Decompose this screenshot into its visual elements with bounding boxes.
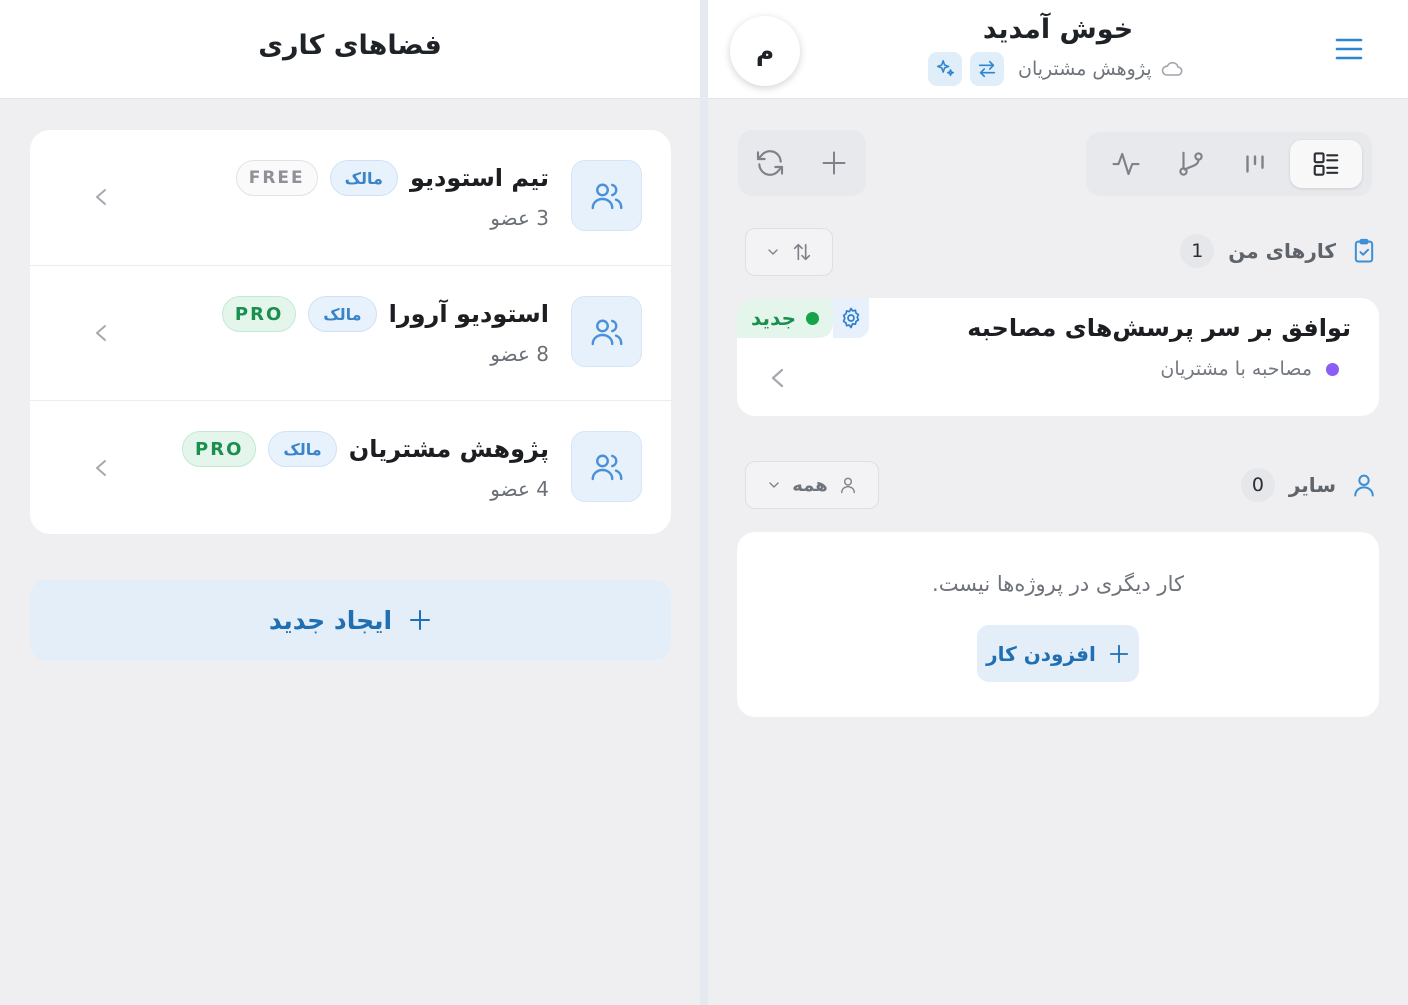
owner-badge: مالک: [268, 431, 337, 467]
activity-icon: [1112, 152, 1140, 176]
empty-state-text: کار دیگری در پروژه‌ها نیست.: [932, 572, 1184, 596]
my-tasks-count: 1: [1180, 234, 1215, 268]
my-tasks-label: کارهای من: [1228, 239, 1336, 263]
plan-badge: FREE: [235, 160, 318, 196]
owner-badge: مالک: [308, 296, 377, 332]
avatar[interactable]: م: [730, 16, 800, 86]
status-label: جدید: [751, 306, 797, 330]
list-view-button[interactable]: [1289, 140, 1362, 188]
list-layout-icon: [1313, 152, 1339, 176]
others-count: 0: [1240, 468, 1275, 502]
workspace-name: تیم استودیو: [409, 164, 549, 192]
member-count: 4 عضو: [490, 477, 549, 501]
home-header: م خوش آمدید پژوهش مشتریان: [708, 0, 1408, 99]
workspace-switcher-row: پژوهش مشتریان: [928, 52, 1184, 86]
task-settings-button[interactable]: [833, 298, 869, 338]
others-header: سایر 0: [1240, 468, 1378, 502]
swap-arrows-icon: [978, 60, 996, 78]
create-workspace-button[interactable]: ایجاد جدید: [30, 580, 671, 660]
cloud-icon: [1160, 59, 1184, 79]
ai-sparkle-button[interactable]: [928, 52, 962, 86]
users-icon: [571, 296, 642, 367]
add-task-label: افزودن کار: [986, 641, 1096, 666]
workspace-name-line: استودیو آرورا مالک PRO: [221, 296, 549, 332]
others-label: سایر: [1288, 473, 1336, 497]
plan-badge: PRO: [182, 431, 257, 467]
workspace-name: استودیو آرورا: [388, 300, 549, 328]
add-button[interactable]: [804, 139, 864, 187]
empty-state-card: کار دیگری در پروژه‌ها نیست. افزودن کار: [737, 532, 1379, 717]
flow-view-button[interactable]: [1161, 140, 1221, 188]
workspace-list: تیم استودیو مالک FREE 3 عضو استودیو آرور…: [30, 130, 671, 534]
chevron-down-icon: [769, 482, 779, 488]
assignee-filter[interactable]: همه: [745, 461, 879, 509]
menu-icon[interactable]: [1334, 36, 1364, 62]
status-badge: جدید: [737, 298, 834, 338]
users-icon: [571, 160, 642, 231]
refresh-button[interactable]: [740, 139, 800, 187]
plus-icon: [408, 608, 432, 632]
columns-icon: [1246, 155, 1264, 173]
my-tasks-header: کارهای من 1: [1180, 234, 1378, 268]
switch-workspace-button[interactable]: [970, 52, 1004, 86]
page-title: خوش آمدید: [982, 14, 1134, 45]
sparkle-icon: [936, 59, 955, 77]
current-workspace-name: پژوهش مشتریان: [1018, 58, 1152, 80]
plus-icon: [822, 151, 846, 175]
sort-button[interactable]: [745, 228, 833, 276]
users-icon: [571, 431, 642, 502]
home-panel: م خوش آمدید پژوهش مشتریان کارهای من 1 جد…: [708, 0, 1408, 1005]
actions-toolbar: [738, 130, 866, 196]
chevron-left-icon: [92, 321, 110, 345]
workspace-name-line: پژوهش مشتریان مالک PRO: [182, 431, 549, 467]
git-branch-icon: [1179, 151, 1203, 176]
assignee-filter-label: همه: [792, 474, 828, 496]
project-color-dot: [1326, 362, 1339, 376]
workspaces-header: فضاهای کاری: [0, 0, 700, 99]
workspaces-panel: فضاهای کاری تیم استودیو مالک FREE 3 عضو: [0, 0, 700, 1005]
user-icon: [1350, 469, 1378, 501]
owner-badge: مالک: [329, 160, 398, 196]
sort-arrows-icon: [793, 243, 811, 261]
workspace-name: پژوهش مشتریان: [348, 435, 549, 463]
workspaces-title: فضاهای کاری: [258, 30, 442, 61]
workspace-name-line: تیم استودیو مالک FREE: [235, 160, 549, 196]
create-workspace-label: ایجاد جدید: [268, 605, 393, 635]
add-task-button[interactable]: افزودن کار: [977, 625, 1139, 682]
task-title: توافق بر سر پرسش‌های مصاحبه: [967, 314, 1351, 342]
refresh-icon: [756, 150, 784, 176]
member-count: 8 عضو: [490, 342, 549, 366]
view-switcher: [1086, 132, 1372, 196]
status-dot: [806, 311, 820, 325]
gear-icon: [842, 307, 860, 329]
clipboard-check-icon: [1350, 235, 1378, 267]
board-view-button[interactable]: [1225, 140, 1285, 188]
task-project: مصاحبه با مشتریان: [1160, 358, 1339, 380]
member-count: 3 عضو: [490, 206, 549, 230]
task-card[interactable]: جدید توافق بر سر پرسش‌های مصاحبه مصاحبه …: [737, 298, 1379, 416]
chevron-left-icon: [767, 364, 787, 392]
chevron-down-icon: [768, 249, 778, 255]
workspace-row[interactable]: تیم استودیو مالک FREE 3 عضو: [30, 130, 671, 265]
plan-badge: PRO: [221, 296, 297, 332]
activity-view-button[interactable]: [1096, 140, 1156, 188]
panel-divider: [700, 0, 708, 1005]
chevron-left-icon: [92, 456, 110, 480]
workspace-row[interactable]: پژوهش مشتریان مالک PRO 4 عضو: [30, 400, 671, 534]
task-project-name: مصاحبه با مشتریان: [1160, 358, 1312, 380]
workspace-row[interactable]: استودیو آرورا مالک PRO 8 عضو: [30, 265, 671, 400]
plus-icon: [1108, 643, 1130, 665]
chevron-left-icon: [92, 185, 110, 209]
user-icon: [840, 477, 855, 494]
